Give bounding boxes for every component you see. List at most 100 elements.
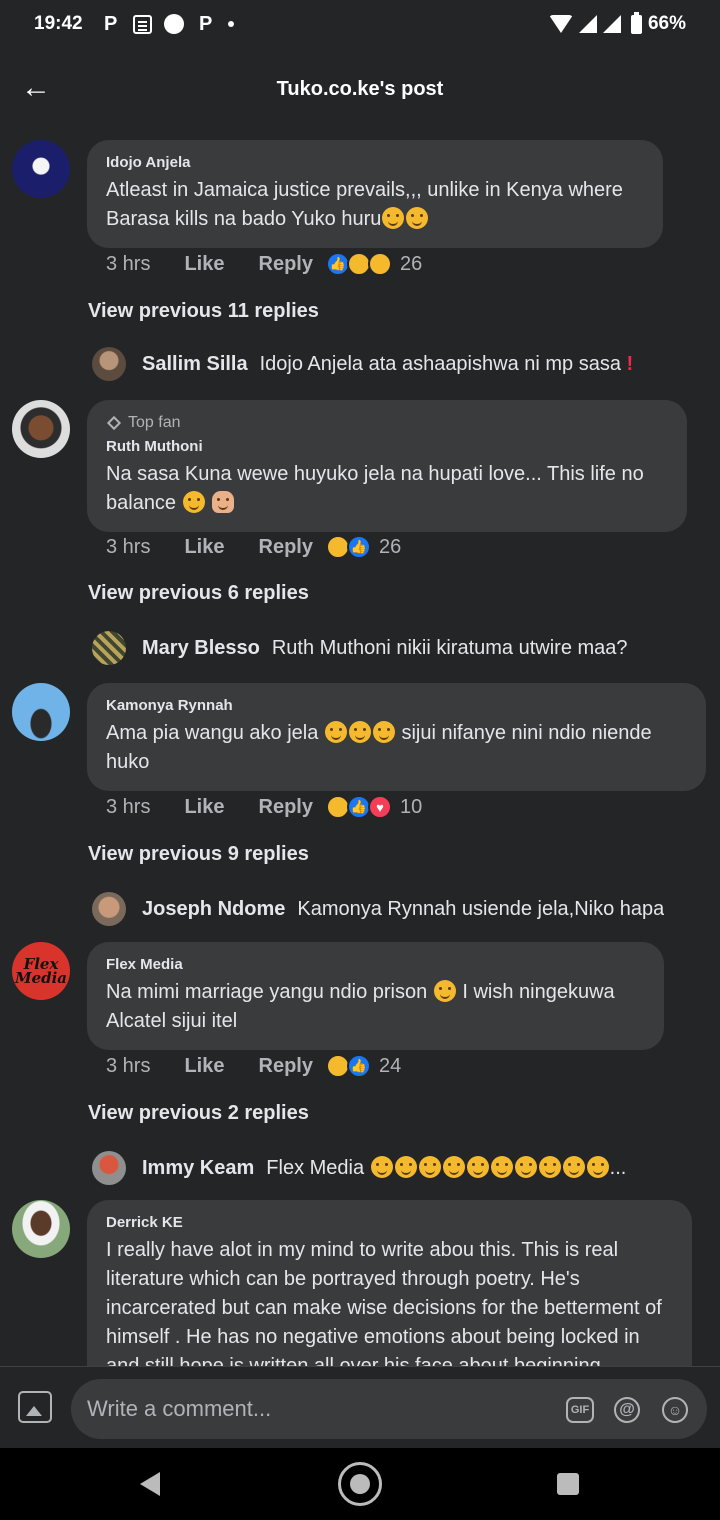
battery-icon xyxy=(630,11,642,34)
avatar xyxy=(92,347,126,381)
notification-icons: P P xyxy=(101,13,234,36)
page-title: Tuko.co.ke's post xyxy=(276,78,444,100)
nav-home-icon[interactable] xyxy=(338,1462,382,1506)
reactions-summary[interactable]: 👍 26 xyxy=(325,252,423,276)
comment-text: Atleast in Jamaica justice prevails,,, u… xyxy=(106,179,623,230)
view-previous-replies[interactable]: View previous 11 replies xyxy=(88,300,319,323)
haha-reaction-icon xyxy=(367,252,392,276)
comment-actions: 3 hrs Like Reply 👍 24 xyxy=(106,1054,401,1078)
comment-author[interactable]: Flex Media xyxy=(106,956,645,973)
view-previous-replies[interactable]: View previous 2 replies xyxy=(88,1102,309,1125)
reply-preview[interactable]: Immy Keam Flex Media ... xyxy=(92,1150,700,1186)
dot-icon xyxy=(227,21,234,27)
system-nav-bar xyxy=(0,1448,720,1520)
rofl-emoji-icon xyxy=(538,1156,561,1178)
like-button[interactable]: Like xyxy=(184,536,224,559)
comment-text: Ama pia wangu ako jela sijui nifanye nin… xyxy=(106,721,652,773)
comment-bubble[interactable]: Flex Media Na mimi marriage yangu ndio p… xyxy=(87,942,664,1050)
crying-emoji-icon xyxy=(182,491,205,513)
laughing-emoji-icon xyxy=(433,980,456,1002)
nav-back-icon[interactable] xyxy=(140,1472,160,1496)
reply-author[interactable]: Mary Blesso xyxy=(142,637,260,660)
comment-bubble[interactable]: Top fan Ruth Muthoni Na sasa Kuna wewe h… xyxy=(87,400,687,532)
reactions-summary[interactable]: 👍 26 xyxy=(325,535,401,559)
whatsapp-icon xyxy=(163,14,184,34)
thinking-emoji-icon xyxy=(348,721,371,743)
comment-time: 3 hrs xyxy=(106,795,151,818)
avatar xyxy=(92,892,126,926)
reaction-count: 24 xyxy=(378,1054,402,1077)
avatar[interactable]: Flex Media xyxy=(12,942,70,1000)
like-reaction-icon: 👍 xyxy=(346,1054,371,1078)
ellipsis: ... xyxy=(609,1157,627,1179)
comment-bubble[interactable]: Idojo Anjela Atleast in Jamaica justice … xyxy=(87,140,663,248)
like-button[interactable]: Like xyxy=(184,253,224,276)
avatar[interactable] xyxy=(12,1200,70,1258)
comment: Derrick KE I really have alot in my mind… xyxy=(0,1200,720,1366)
system-indicators: 66% xyxy=(548,0,686,48)
view-previous-replies[interactable]: View previous 6 replies xyxy=(88,582,309,605)
photo-icon[interactable] xyxy=(18,1391,52,1423)
reply-preview[interactable]: Joseph Ndome Kamonya Rynnah usiende jela… xyxy=(92,891,700,927)
reply-button[interactable]: Reply xyxy=(259,1055,313,1078)
comment-time: 3 hrs xyxy=(106,252,151,275)
comment-author[interactable]: Derrick KE xyxy=(106,1214,673,1231)
comment-text: I really have alot in my mind to write a… xyxy=(106,1239,662,1366)
reaction-count: 26 xyxy=(399,252,423,275)
comment-text: Na sasa Kuna wewe huyuko jela na hupati … xyxy=(106,463,644,514)
comment-actions: 3 hrs Like Reply 👍 ♥ 10 xyxy=(106,795,422,819)
laughing-emoji-icon xyxy=(370,1156,393,1178)
rofl-emoji-icon xyxy=(562,1156,585,1178)
person-facepalm-emoji-icon xyxy=(212,491,235,513)
reply-button[interactable]: Reply xyxy=(259,536,313,559)
avatar[interactable] xyxy=(12,140,70,198)
reply-preview[interactable]: Sallim Silla Idojo Anjela ata ashaapishw… xyxy=(92,346,700,382)
rofl-emoji-icon xyxy=(418,1156,441,1178)
emoji-icon[interactable]: ☺ xyxy=(662,1397,688,1423)
comment-composer: GIF @ ☺ xyxy=(0,1366,720,1448)
avatar xyxy=(92,631,126,665)
reply-preview[interactable]: Mary Blesso Ruth Muthoni nikii kiratuma … xyxy=(92,630,700,666)
reply-text: Idojo Anjela ata ashaapishwa ni mp sasa … xyxy=(259,352,634,375)
like-button[interactable]: Like xyxy=(184,1055,224,1078)
reactions-summary[interactable]: 👍 24 xyxy=(325,1054,402,1078)
comment-time: 3 hrs xyxy=(106,535,151,558)
reply-text: Flex Media ... xyxy=(266,1156,627,1179)
comment-author[interactable]: Idojo Anjela xyxy=(106,154,644,171)
avatar[interactable] xyxy=(12,683,70,741)
signal-icon xyxy=(578,15,597,33)
comment-input[interactable] xyxy=(71,1379,707,1439)
comment-bubble[interactable]: Derrick KE I really have alot in my mind… xyxy=(87,1200,692,1366)
reply-text: Kamonya Rynnah usiende jela,Niko hapa xyxy=(297,897,665,920)
nav-recents-icon[interactable] xyxy=(557,1473,579,1495)
avatar xyxy=(92,1151,126,1185)
reply-button[interactable]: Reply xyxy=(259,253,313,276)
laughing-emoji-icon xyxy=(490,1156,513,1178)
diamond-icon xyxy=(106,415,122,431)
flex-media-logo: Flex Media xyxy=(14,955,68,987)
mention-icon[interactable]: @ xyxy=(614,1397,640,1423)
view-previous-replies[interactable]: View previous 9 replies xyxy=(88,843,309,866)
reply-author[interactable]: Immy Keam xyxy=(142,1157,254,1180)
pinterest-icon: P xyxy=(103,12,118,35)
thinking-emoji-icon xyxy=(324,721,347,743)
status-time: 19:42 xyxy=(34,13,83,34)
love-reaction-icon: ♥ xyxy=(367,795,392,819)
signal-icon xyxy=(602,15,621,33)
pinterest-icon: P xyxy=(198,12,213,35)
comment-author[interactable]: Kamonya Rynnah xyxy=(106,697,687,714)
app-header: ← Tuko.co.ke's post xyxy=(0,48,720,132)
avatar[interactable] xyxy=(12,400,70,458)
reply-author[interactable]: Joseph Ndome xyxy=(142,898,285,921)
sad-emoji-icon xyxy=(406,207,429,229)
reply-author[interactable]: Sallim Silla xyxy=(142,353,248,376)
reactions-summary[interactable]: 👍 ♥ 10 xyxy=(325,795,423,819)
gif-icon[interactable]: GIF xyxy=(566,1397,594,1423)
reply-button[interactable]: Reply xyxy=(259,796,313,819)
like-button[interactable]: Like xyxy=(184,796,224,819)
top-fan-badge: Top fan xyxy=(106,414,668,432)
comment-actions: 3 hrs Like Reply 👍 26 xyxy=(106,535,401,559)
comment-author[interactable]: Ruth Muthoni xyxy=(106,438,668,455)
reaction-count: 10 xyxy=(399,795,423,818)
comment-bubble[interactable]: Kamonya Rynnah Ama pia wangu ako jela si… xyxy=(87,683,706,791)
